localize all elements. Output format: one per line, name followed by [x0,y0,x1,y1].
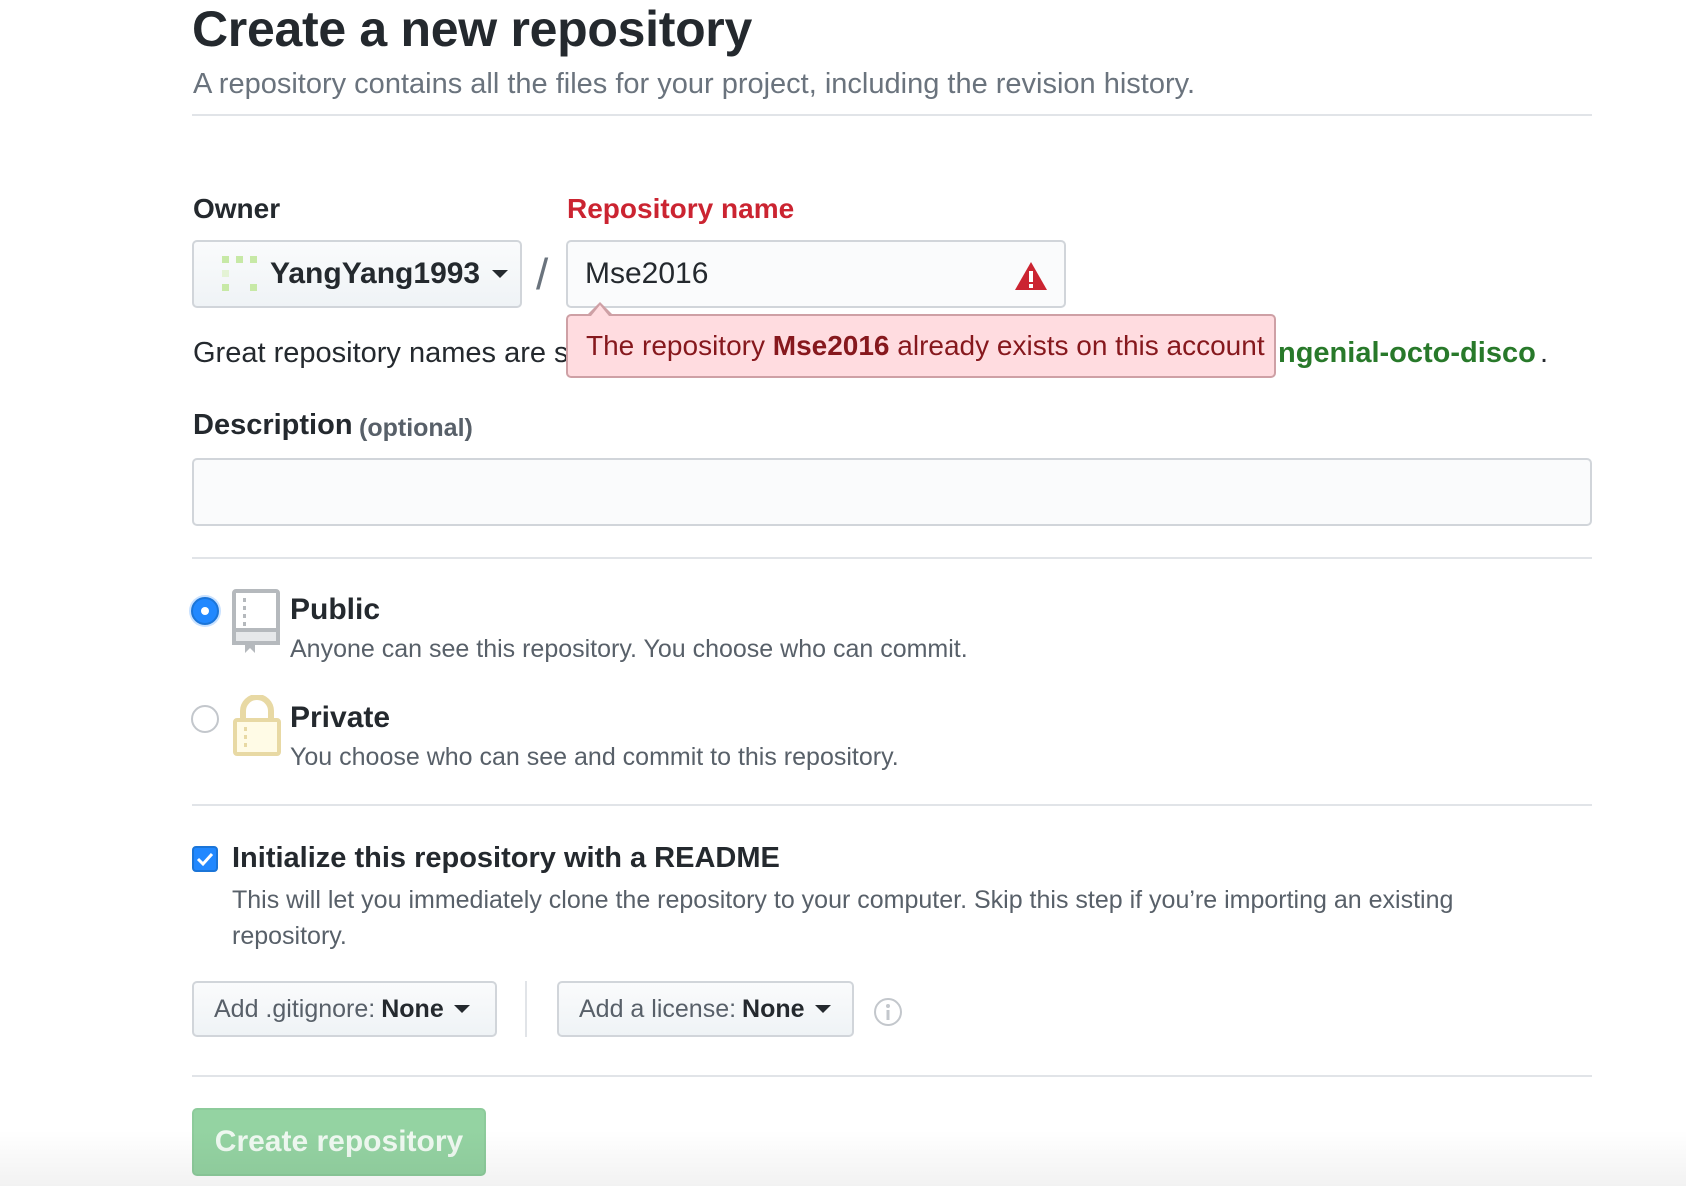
public-radio[interactable] [191,597,219,625]
private-title: Private [290,701,391,734]
divider [192,114,1592,116]
private-radio[interactable] [191,705,219,733]
divider [192,804,1592,806]
readme-description: This will let you immediately clone the … [232,886,1454,950]
repo-name-error: The repository Mse2016 already exists on… [566,314,1276,378]
repo-name-label: Repository name [567,193,795,224]
divider [192,557,1592,559]
repo-book-icon [232,589,280,653]
select-divider [525,981,527,1037]
page-subtitle: A repository contains all the files for … [193,68,1196,100]
hint-period: . [1540,337,1549,369]
new-repo-page: Create a new repository A repository con… [0,0,1686,1186]
warning-icon [1015,262,1047,290]
caret-down-icon [814,1005,831,1013]
license-select[interactable]: Add a license: None [557,981,854,1037]
private-description: You choose who can see and commit to thi… [290,743,899,771]
lock-icon [233,695,281,756]
checkmark-icon [196,852,214,867]
error-repo-name: Mse2016 [772,330,890,361]
caret-down-icon [453,1005,470,1013]
gitignore-select[interactable]: Add .gitignore: None [192,981,497,1037]
gitignore-value: None [381,994,444,1023]
repo-name-value: Mse2016 [585,257,709,290]
repo-name-suggestion[interactable]: ngenial-octo-disco [1278,337,1536,370]
error-popover-arrow-fill [591,305,609,316]
public-description: Anyone can see this repository. You choo… [290,635,968,663]
description-optional-note: (optional) [359,414,473,442]
owner-select[interactable]: YangYang1993 [192,240,522,308]
avatar [222,256,258,292]
owner-label: Owner [193,193,281,224]
page-title: Create a new repository [192,1,752,57]
create-repository-button[interactable]: Create repository [192,1108,486,1176]
error-prefix: The repository [586,330,773,361]
owner-name: YangYang1993 [270,257,481,290]
divider [192,1075,1592,1077]
caret-down-icon [492,270,509,278]
owner-repo-separator: / [536,250,549,299]
gitignore-label: Add .gitignore: [214,994,376,1023]
readme-title: Initialize this repository with a README [232,842,780,874]
license-label: Add a license: [579,994,737,1023]
repo-name-input[interactable]: Mse2016 [566,240,1066,308]
repo-name-hint: Great repository names are s [193,337,569,369]
license-value: None [742,994,805,1023]
public-title: Public [290,593,381,626]
description-label: Description [193,409,353,441]
info-icon[interactable] [873,997,903,1027]
description-input[interactable] [192,458,1592,526]
error-suffix: already exists on this account [889,330,1265,361]
readme-checkbox[interactable] [192,846,218,872]
